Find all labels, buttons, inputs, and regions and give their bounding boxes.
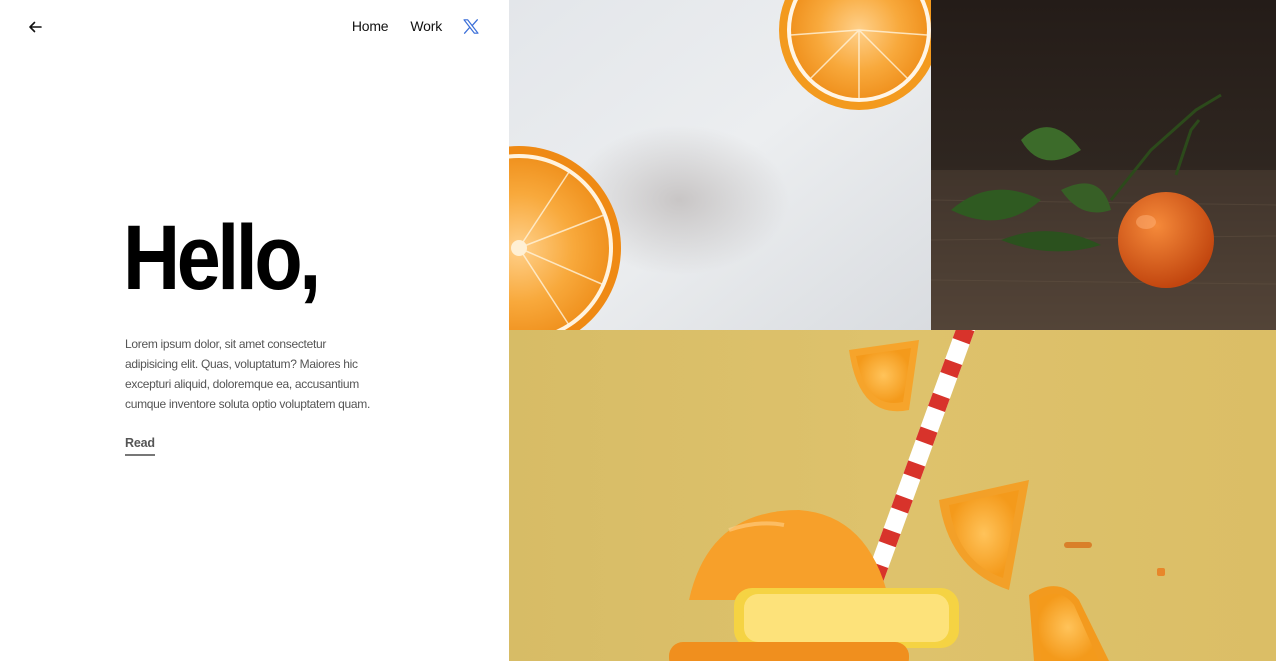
nav-home-link[interactable]: Home	[352, 18, 389, 34]
gallery-image-tangerine	[931, 0, 1276, 330]
left-panel: Home Work Hello, Lorem ipsum dolor, sit …	[0, 0, 509, 661]
gallery-image-oranges-marble	[509, 0, 931, 330]
nav-work-link[interactable]: Work	[410, 18, 442, 34]
hero-description: Lorem ipsum dolor, sit amet consectetur …	[125, 337, 371, 411]
hero-title: Hello,	[123, 207, 321, 309]
arrow-left-icon	[29, 21, 42, 33]
back-button[interactable]	[24, 16, 46, 38]
x-social-link[interactable]	[463, 18, 479, 34]
top-nav: Home Work	[330, 18, 479, 34]
read-link[interactable]: Read	[125, 436, 155, 456]
image-gallery	[509, 0, 1276, 661]
x-logo-icon	[463, 18, 479, 34]
gallery-image-orange-straw	[509, 330, 1276, 661]
